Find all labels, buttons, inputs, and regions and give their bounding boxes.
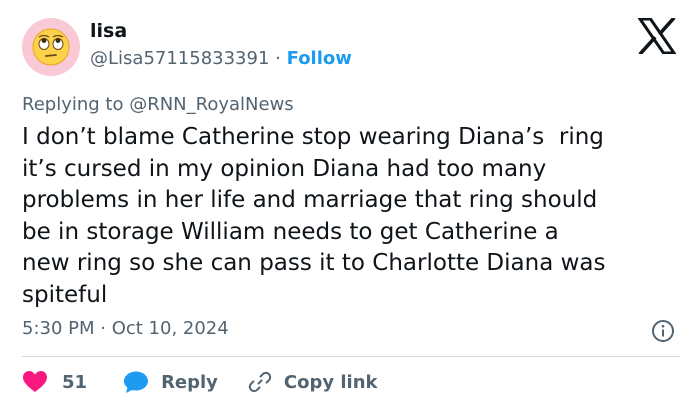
- replying-to: Replying to @RNN_RoyalNews: [22, 94, 294, 115]
- action-bar: 51 Reply Copy link: [22, 368, 378, 396]
- tweet-card: lisa @Lisa57115833391 · Follow Replying …: [0, 0, 700, 410]
- reply-label: Reply: [161, 371, 218, 393]
- reply-button[interactable]: Reply: [123, 370, 218, 394]
- divider: [22, 356, 680, 357]
- avatar[interactable]: [22, 18, 80, 76]
- like-count: 51: [62, 371, 88, 393]
- replying-to-label: Replying to: [22, 94, 130, 115]
- speech-bubble-icon: [124, 371, 149, 393]
- like-button[interactable]: 51: [22, 370, 87, 394]
- link-icon: [248, 371, 272, 393]
- tweet-text: I don’t blame Catherine stop wearing Dia…: [22, 124, 606, 308]
- display-name[interactable]: lisa: [90, 20, 127, 42]
- x-logo-icon[interactable]: [638, 18, 676, 54]
- follow-button[interactable]: Follow: [287, 48, 352, 69]
- replying-to-handle[interactable]: @RNN_RoyalNews: [129, 94, 293, 115]
- handle-row: @Lisa57115833391 · Follow: [90, 48, 352, 69]
- separator-dot: ·: [275, 48, 281, 69]
- timestamp[interactable]: 5:30 PM · Oct 10, 2024: [22, 318, 229, 339]
- eye-roll-emoji-icon: [32, 28, 70, 66]
- heart-icon: [23, 371, 47, 392]
- user-handle[interactable]: @Lisa57115833391: [90, 48, 269, 69]
- copy-link-label: Copy link: [283, 371, 378, 393]
- copy-link-button[interactable]: Copy link: [248, 370, 378, 394]
- info-icon[interactable]: [651, 319, 675, 343]
